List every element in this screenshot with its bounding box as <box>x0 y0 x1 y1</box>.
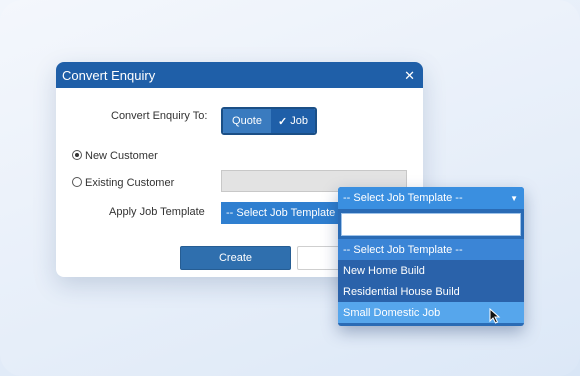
caret-down-icon: ▼ <box>510 193 518 203</box>
option-label: Residential House Build <box>343 285 460 298</box>
dropdown-option[interactable]: Residential House Build <box>338 281 524 302</box>
new-customer-radio[interactable] <box>72 150 82 160</box>
quote-label: Quote <box>232 115 262 127</box>
convert-to-label: Convert Enquiry To: <box>111 110 208 122</box>
existing-customer-label: Existing Customer <box>85 177 175 189</box>
dropdown-header[interactable]: -- Select Job Template -- ▼ <box>338 187 524 209</box>
existing-customer-radio[interactable] <box>72 177 82 187</box>
dropdown-option[interactable]: New Home Build <box>338 260 524 281</box>
job-template-dropdown: -- Select Job Template -- ▼ -- Select Jo… <box>338 187 524 326</box>
convert-type-toggle: Quote ✓ Job <box>221 107 317 135</box>
dialog-title: Convert Enquiry <box>62 67 156 83</box>
option-label: New Home Build <box>343 264 425 277</box>
job-label: Job <box>290 115 308 127</box>
quote-toggle-button[interactable]: Quote <box>223 109 271 133</box>
apply-template-label: Apply Job Template <box>109 206 205 218</box>
create-label: Create <box>218 252 253 264</box>
dropdown-option[interactable]: -- Select Job Template -- <box>338 239 524 260</box>
option-label: -- Select Job Template -- <box>343 243 463 256</box>
mouse-cursor-icon <box>489 308 501 324</box>
job-template-value: -- Select Job Template -- <box>226 207 341 219</box>
close-icon[interactable]: ✕ <box>404 69 415 82</box>
option-label: Small Domestic Job <box>343 306 441 319</box>
job-template-select[interactable]: -- Select Job Template -- <box>221 202 341 224</box>
dropdown-selected-value: -- Select Job Template -- <box>343 192 463 204</box>
job-toggle-button[interactable]: ✓ Job <box>271 109 315 133</box>
create-button[interactable]: Create <box>180 246 291 270</box>
dialog-header: Convert Enquiry ✕ <box>56 62 423 88</box>
check-icon: ✓ <box>278 115 288 128</box>
new-customer-label: New Customer <box>85 150 158 162</box>
dropdown-search-input[interactable] <box>341 213 521 236</box>
